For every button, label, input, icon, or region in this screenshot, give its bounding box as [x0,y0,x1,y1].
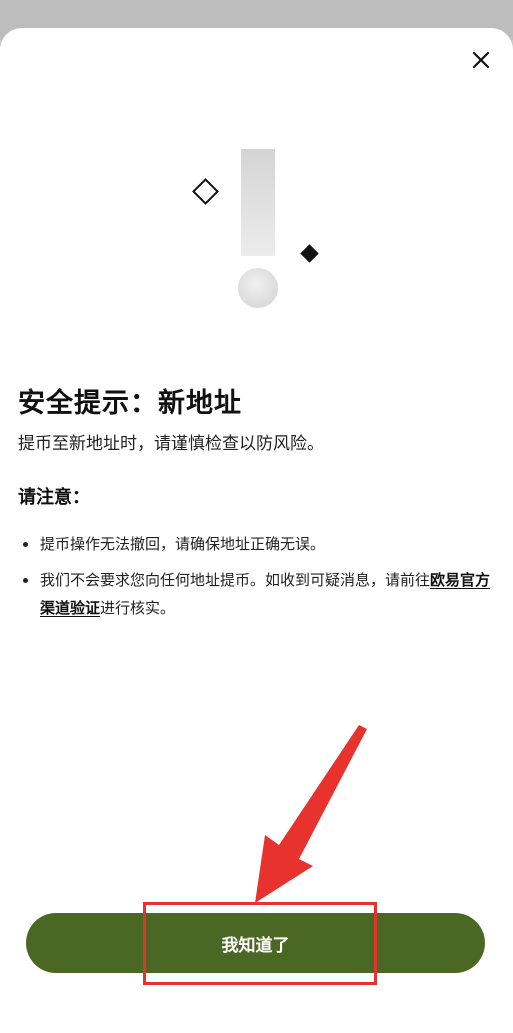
dialog-subtitle: 提币至新地址时，请谨慎检查以防风险。 [18,434,324,454]
warning-exclamation-icon [188,146,324,311]
notice-list: 提币操作无法撤回，请确保地址正确无误。 我们不会要求您向任何地址提币。如收到可疑… [18,530,494,630]
confirm-button[interactable]: 我知道了 [26,913,485,973]
notice-item: 我们不会要求您向任何地址提币。如收到可疑消息，请前往欧易官方渠道验证进行核实。 [18,566,494,622]
notice-item: 提币操作无法撤回，请确保地址正确无误。 [18,530,494,558]
bullet-icon [23,542,28,547]
notice-text: 我们不会要求您向任何地址提币。如收到可疑消息，请前往 [40,571,431,589]
notice-text: 提币操作无法撤回，请确保地址正确无误。 [40,535,326,553]
notice-text-suffix: 进行核实。 [100,599,176,617]
dialog-title: 安全提示：新地址 [18,388,242,419]
security-alert-sheet: 安全提示：新地址 提币至新地址时，请谨慎检查以防风险。 请注意： 提币操作无法撤… [0,28,513,1033]
bullet-icon [23,578,28,583]
close-icon [472,51,490,69]
close-button[interactable] [471,50,491,70]
notice-heading: 请注意： [18,487,90,508]
